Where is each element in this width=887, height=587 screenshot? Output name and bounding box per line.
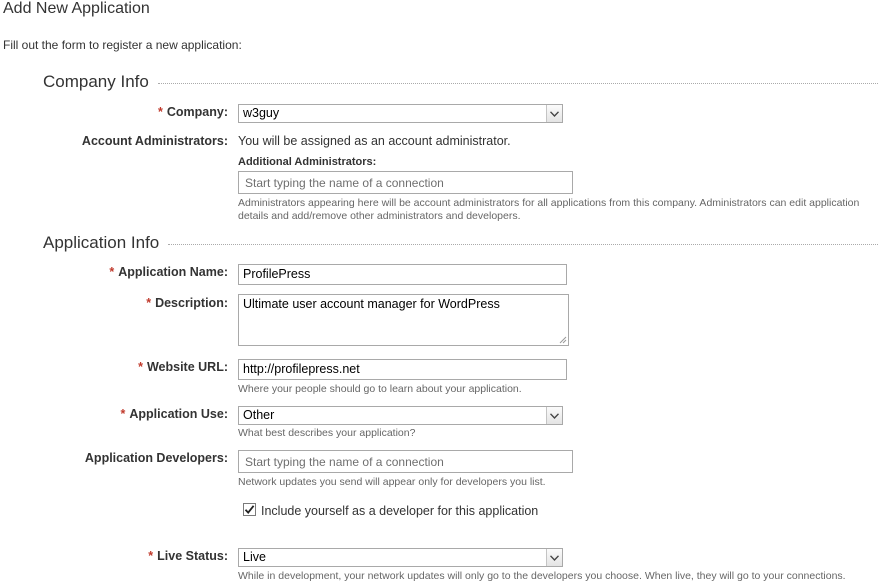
section-divider (157, 83, 878, 84)
resize-grip-icon[interactable] (559, 336, 567, 344)
checkmark-icon (244, 505, 255, 514)
description-label: * Description: (146, 296, 228, 310)
company-label: * Company: (158, 105, 228, 119)
chevron-down-icon[interactable] (546, 105, 562, 122)
application-name-input[interactable]: ProfilePress (238, 264, 567, 285)
description-textarea[interactable]: Ultimate user account manager for WordPr… (238, 294, 569, 346)
application-use-value: Other (243, 408, 275, 422)
additional-admins-label: Additional Administrators: (238, 156, 377, 168)
live-status-value: Live (243, 550, 266, 564)
application-use-select[interactable]: Other (238, 406, 563, 425)
account-admins-text: You will be assigned as an account admin… (238, 134, 511, 148)
application-developers-input[interactable]: Start typing the name of a connection (238, 450, 573, 473)
chevron-down-icon[interactable] (546, 407, 562, 424)
account-admins-help: Administrators appearing here will be ac… (238, 197, 860, 222)
required-marker: * (158, 105, 163, 119)
website-url-input[interactable]: http://profilepress.net (238, 359, 567, 380)
company-info-section-heading: Company Info (43, 72, 878, 92)
application-developers-label: Application Developers: (84, 451, 228, 465)
required-marker: * (109, 265, 115, 279)
include-self-checkbox[interactable] (243, 503, 256, 516)
company-select-value: w3guy (243, 106, 280, 120)
company-select[interactable]: w3guy (238, 104, 563, 123)
section-divider (168, 244, 879, 245)
website-url-help: Where your people should go to learn abo… (238, 383, 522, 395)
required-marker: * (120, 407, 126, 421)
chevron-down-icon[interactable] (546, 549, 562, 566)
account-admins-label: Account Administrators: (81, 134, 228, 148)
application-developers-help: Network updates you send will appear onl… (238, 476, 546, 488)
live-status-select[interactable]: Live (238, 548, 563, 567)
required-marker: * (148, 549, 154, 563)
application-name-label: * Application Name: (109, 265, 228, 279)
application-info-section-title: Application Info (43, 233, 160, 252)
include-self-label[interactable]: Include yourself as a developer for this… (261, 504, 538, 518)
intro-text: Fill out the form to register a new appl… (3, 38, 242, 52)
application-info-section-heading: Application Info (43, 233, 879, 253)
live-status-help: While in development, your network updat… (238, 570, 846, 582)
company-info-section-title: Company Info (43, 72, 149, 91)
required-marker: * (146, 296, 152, 310)
additional-admins-input[interactable]: Start typing the name of a connection (238, 171, 573, 194)
required-marker: * (138, 360, 143, 374)
application-use-help: What best describes your application? (238, 427, 416, 439)
live-status-label: * Live Status: (148, 549, 228, 563)
application-use-label: * Application Use: (120, 407, 229, 421)
website-url-label: * Website URL: (138, 360, 228, 374)
description-value: Ultimate user account manager for WordPr… (243, 297, 500, 311)
page-title: Add New Application (3, 0, 150, 17)
